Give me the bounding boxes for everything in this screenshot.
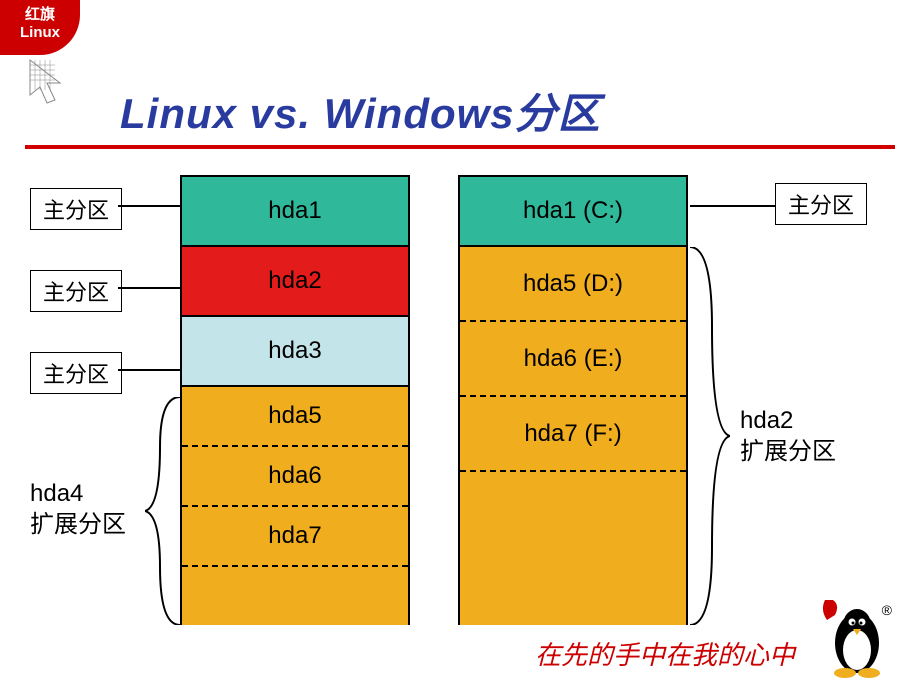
ext-desc: 扩展分区 [30,512,126,538]
label-primary-1: 主分区 [30,188,122,230]
win-hda1: hda1 (C:) [460,177,686,247]
linux-extended: hda5 hda6 hda7 [182,387,408,625]
linux-hda3: hda3 [182,317,408,387]
ext-desc-win: 扩展分区 [740,439,836,465]
ext-name-win: hda2 [740,407,793,434]
linux-hda1: hda1 [182,177,408,247]
win-hda5: hda5 (D:) [460,247,686,322]
footer-slogan: 在先的手中在我的心中 [535,635,795,672]
win-extended: hda5 (D:) hda6 (E:) hda7 (F:) [460,247,686,625]
label-primary-3: 主分区 [30,352,122,394]
connector [118,287,180,289]
bracket-right [690,247,730,625]
connector [118,205,180,207]
connector [690,205,775,207]
linux-hda5: hda5 [182,387,408,447]
cursor-icon [25,55,75,110]
linux-hda7: hda7 [182,507,408,567]
label-win-extended: hda2 扩展分区 [740,405,836,468]
linux-hda6: hda6 [182,447,408,507]
connector [118,369,180,371]
linux-hda2: hda2 [182,247,408,317]
ext-name: hda4 [30,480,83,507]
logo-text-1: 红旗 [0,6,80,24]
windows-disk: hda1 (C:) hda5 (D:) hda6 (E:) hda7 (F:) [458,175,688,625]
win-hda7: hda7 (F:) [460,397,686,472]
linux-disk: hda1 hda2 hda3 hda5 hda6 hda7 [180,175,410,625]
brand-logo: 红旗 Linux [0,0,90,110]
page-title: Linux vs. Windows分区 [120,80,601,141]
flag-badge: 红旗 Linux [0,0,80,55]
penguin-icon [815,595,890,680]
logo-text-2: Linux [0,24,80,42]
partition-diagram: 主分区 主分区 主分区 hda4 扩展分区 hda1 hda2 hda3 hda… [0,175,920,655]
label-primary-2: 主分区 [30,270,122,312]
bracket-left [145,397,183,625]
label-primary-win: 主分区 [775,183,867,225]
label-linux-extended: hda4 扩展分区 [30,478,126,541]
win-hda6: hda6 (E:) [460,322,686,397]
title-underline [25,145,895,149]
